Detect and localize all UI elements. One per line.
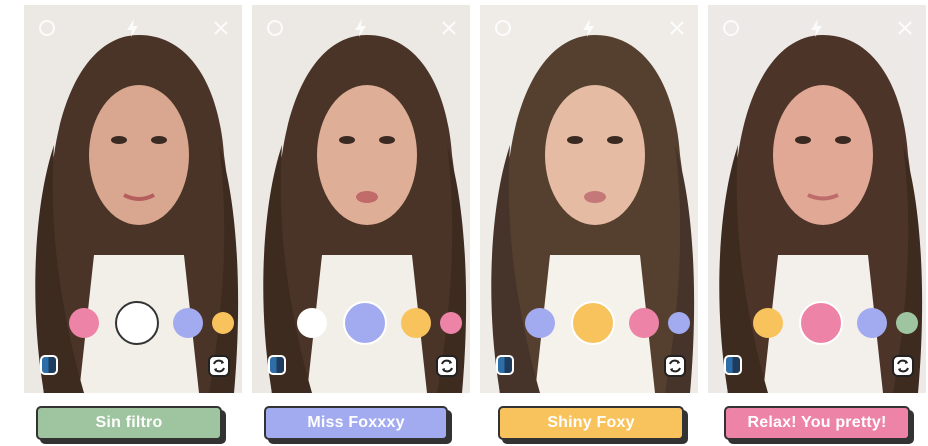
settings-icon[interactable]: [36, 17, 58, 39]
filter-swatch[interactable]: [173, 308, 203, 338]
filter-label-sin-filtro: Sin filtro: [36, 406, 222, 440]
gallery-icon[interactable]: [40, 355, 58, 375]
gallery-icon[interactable]: [268, 355, 286, 375]
filter-swatch[interactable]: [896, 312, 918, 334]
filter-swatch[interactable]: [212, 312, 234, 334]
gallery-icon[interactable]: [724, 355, 742, 375]
filter-swatch-selected[interactable]: [115, 301, 159, 345]
flash-icon[interactable]: [122, 17, 144, 39]
close-icon[interactable]: [438, 17, 460, 39]
camera-preview-shiny-foxy: [480, 5, 698, 393]
filter-swatch[interactable]: [297, 308, 327, 338]
settings-icon[interactable]: [720, 17, 742, 39]
flash-icon[interactable]: [578, 17, 600, 39]
filter-swatch[interactable]: [525, 308, 555, 338]
filter-swatch-selected[interactable]: [571, 301, 615, 345]
gallery-icon[interactable]: [496, 355, 514, 375]
filter-swatch[interactable]: [753, 308, 783, 338]
flash-icon[interactable]: [806, 17, 828, 39]
close-icon[interactable]: [666, 17, 688, 39]
camera-preview-relax-you-pretty: [708, 5, 926, 393]
settings-icon[interactable]: [492, 17, 514, 39]
close-icon[interactable]: [894, 17, 916, 39]
flip-camera-icon[interactable]: [436, 355, 458, 377]
camera-preview-miss-foxxxy: [252, 5, 470, 393]
flip-camera-icon[interactable]: [892, 355, 914, 377]
filter-swatch-selected[interactable]: [343, 301, 387, 345]
filter-label-relax-you-pretty: Relax! You pretty!: [724, 406, 910, 440]
filter-swatch[interactable]: [629, 308, 659, 338]
filter-swatch[interactable]: [857, 308, 887, 338]
filter-swatch[interactable]: [401, 308, 431, 338]
settings-icon[interactable]: [264, 17, 286, 39]
filter-swatch[interactable]: [440, 312, 462, 334]
camera-preview-sin-filtro: [24, 5, 242, 393]
flash-icon[interactable]: [350, 17, 372, 39]
flip-camera-icon[interactable]: [664, 355, 686, 377]
filter-swatch[interactable]: [69, 308, 99, 338]
filter-label-miss-foxxxy: Miss Foxxxy: [264, 406, 448, 440]
filter-swatch-selected[interactable]: [799, 301, 843, 345]
flip-camera-icon[interactable]: [208, 355, 230, 377]
close-icon[interactable]: [210, 17, 232, 39]
filter-label-shiny-foxy: Shiny Foxy: [498, 406, 684, 440]
filter-swatch[interactable]: [668, 312, 690, 334]
